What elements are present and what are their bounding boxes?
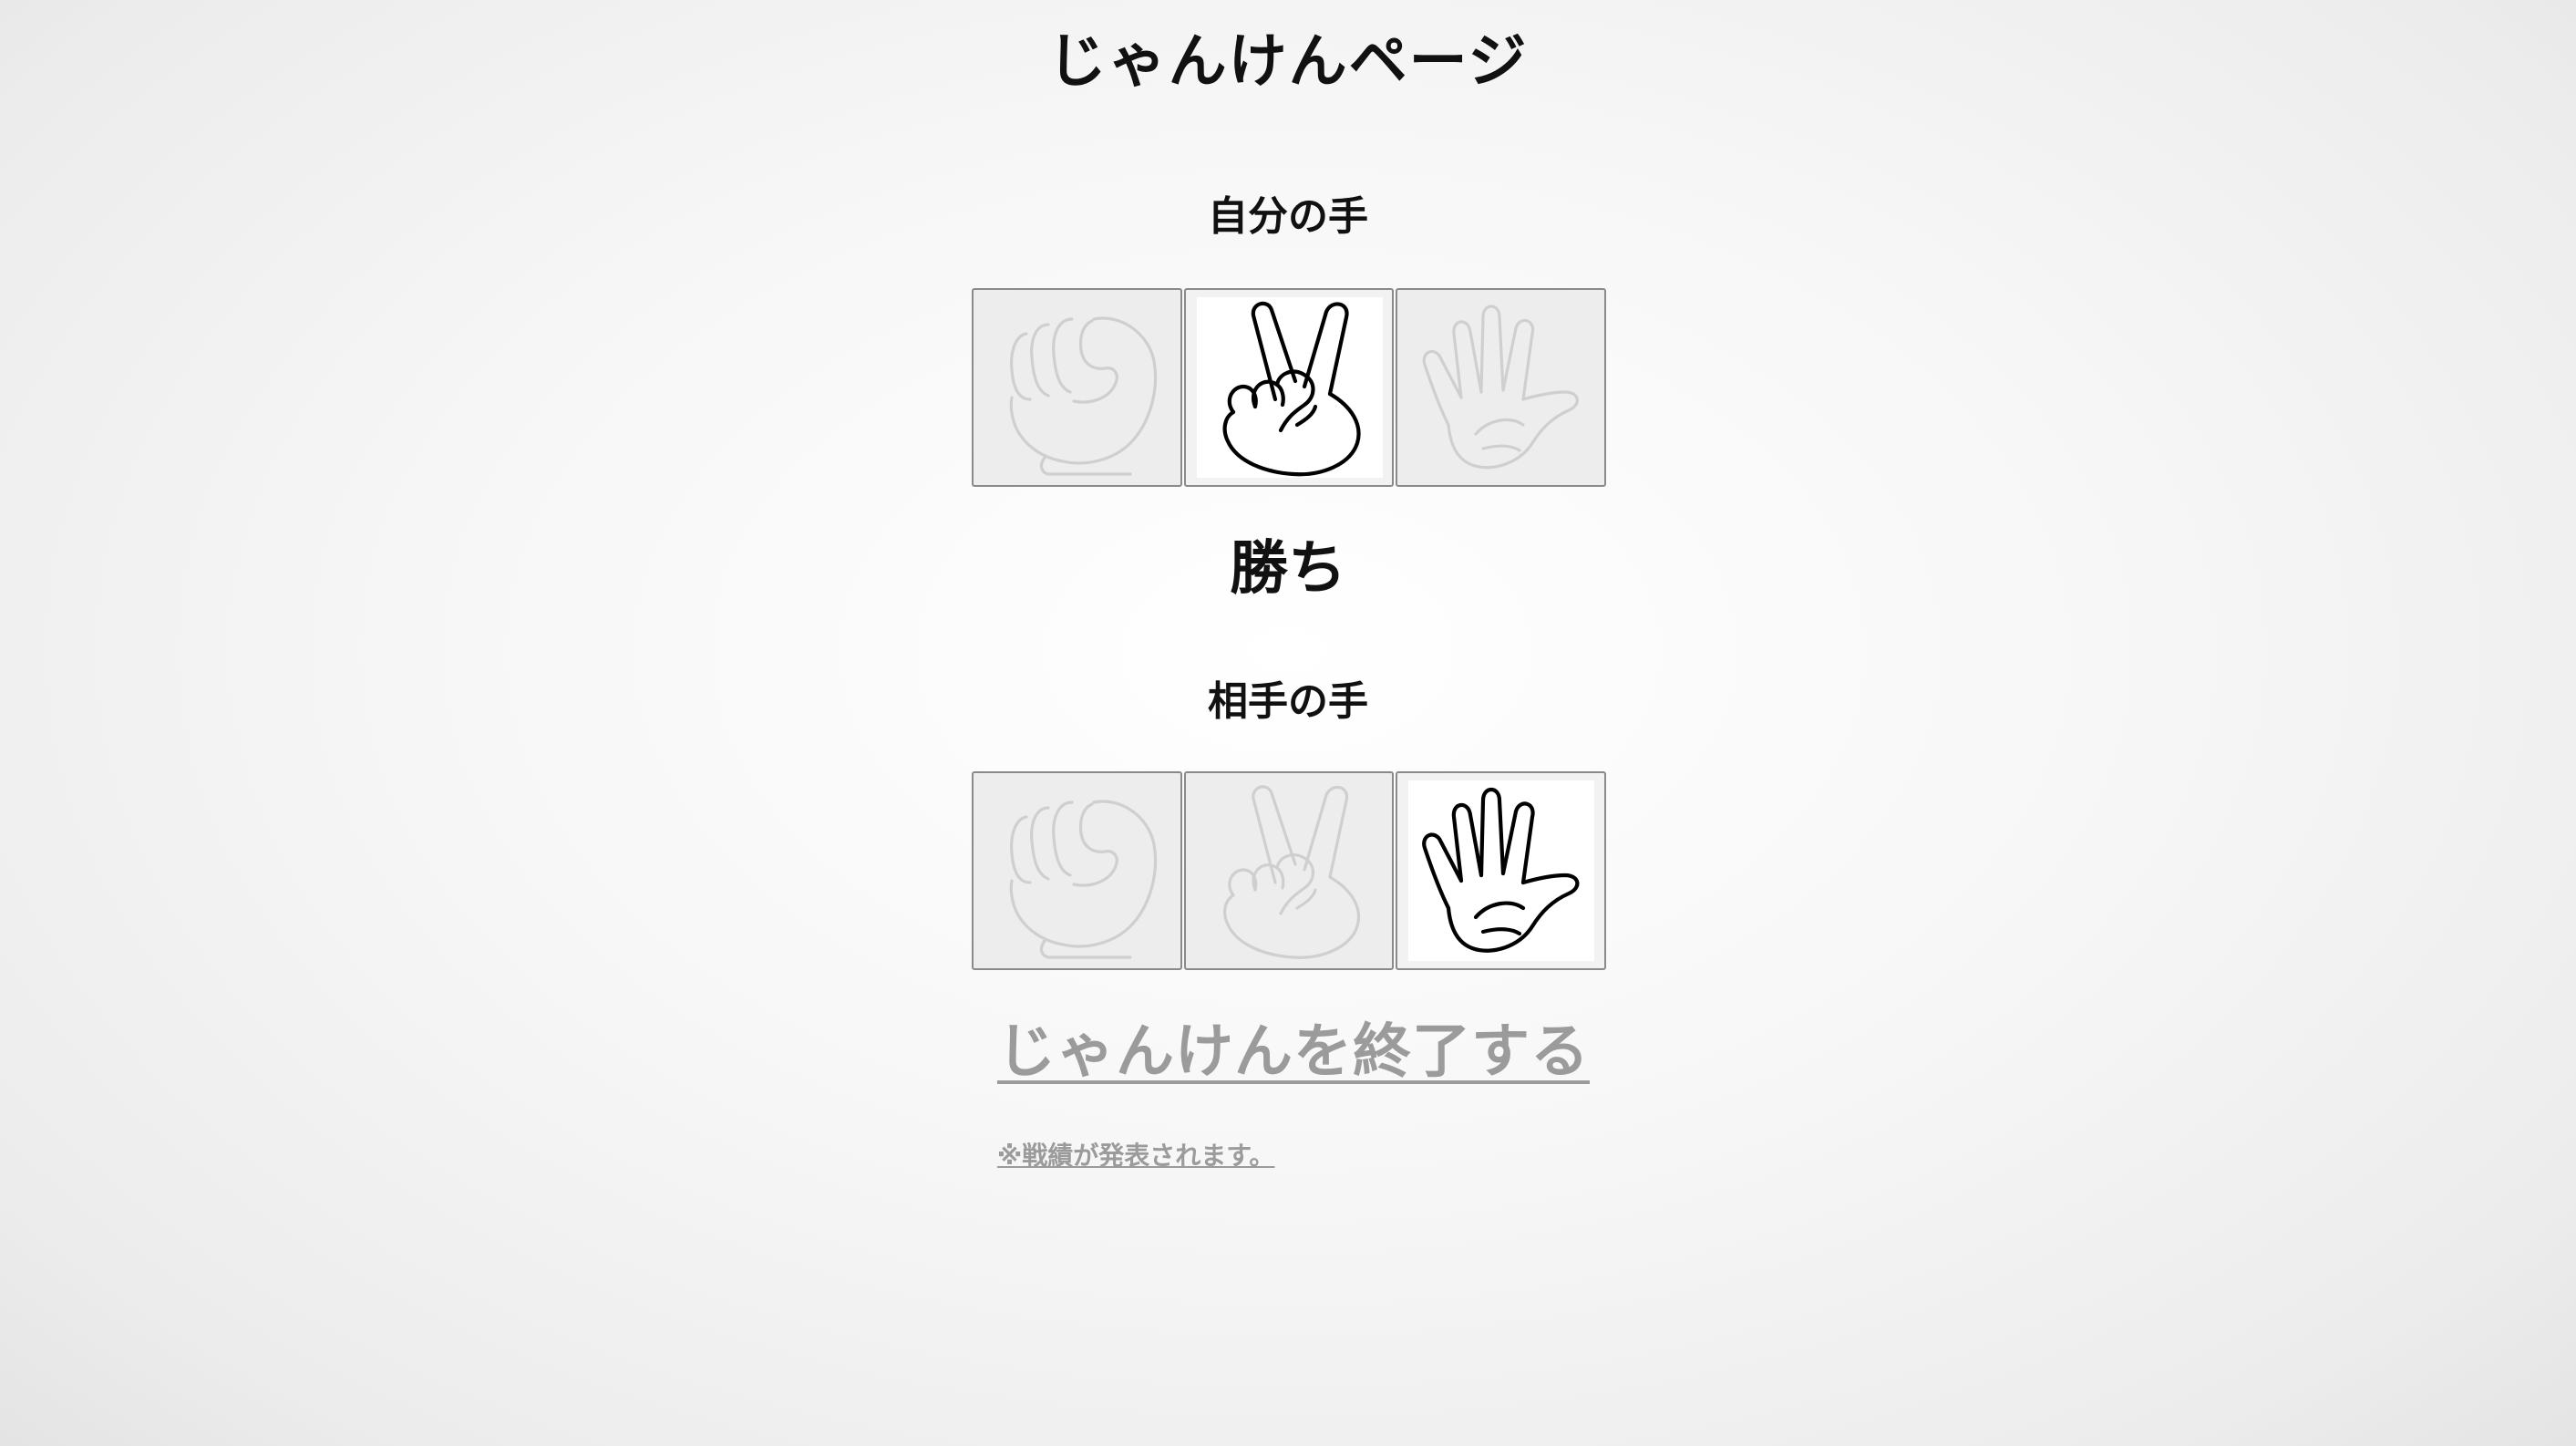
page-title: じゃんけんページ (1047, 28, 1529, 96)
open-palm-icon (1408, 297, 1595, 478)
opponent-scissors-button (1183, 771, 1395, 970)
janken-page: じゃんけんページ 自分の手 勝ち 相手の手 じゃんけんを終了する ※戦績が発表さ… (0, 0, 2576, 1446)
result-text: 勝ち (1230, 535, 1346, 603)
opponent-rock-button (972, 771, 1182, 970)
my-rock-button[interactable] (972, 288, 1182, 487)
opponent-paper-button (1396, 771, 1607, 970)
opponent-hand-row (972, 771, 1607, 970)
end-janken-link[interactable]: じゃんけんを終了する (997, 1016, 1590, 1089)
results-note: ※戦績が発表されます。 (997, 1141, 1275, 1171)
fist-icon (984, 780, 1170, 961)
peace-sign-icon (1196, 297, 1383, 478)
opponent-hand-label: 相手の手 (1208, 678, 1368, 725)
open-palm-icon (1408, 780, 1595, 961)
my-paper-button[interactable] (1396, 288, 1607, 487)
my-hand-row (972, 288, 1607, 487)
my-hand-label: 自分の手 (1208, 193, 1368, 240)
my-scissors-button[interactable] (1183, 288, 1395, 487)
fist-icon (984, 297, 1170, 478)
peace-sign-icon (1196, 780, 1383, 961)
